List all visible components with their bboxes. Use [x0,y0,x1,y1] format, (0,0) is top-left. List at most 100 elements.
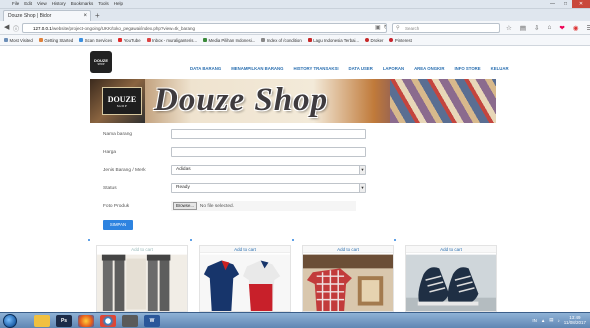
bookmark-item[interactable]: Lagu Indonesia Terbai... [307,38,359,43]
chrome-icon[interactable] [100,315,116,327]
nav-laporan[interactable]: LAPORAN [383,66,404,71]
hamburger-menu-icon[interactable]: ☰ [587,24,590,32]
library-icon[interactable]: ▤ [520,24,526,32]
bookmark-item[interactable]: Index of /condition [261,38,302,43]
language-icon[interactable]: IN [532,318,537,323]
clock[interactable]: 13:49 11/08/2017 [564,315,586,325]
bookmark-item[interactable]: Getting Started [38,38,73,43]
volume-icon[interactable]: ♪ [558,318,560,323]
download-icon[interactable]: ⇩ [534,24,539,32]
nav-area-ongkir[interactable]: AREA ONGKIR [414,66,444,71]
file-explorer-icon[interactable] [34,315,50,327]
bookmark-icon [365,38,370,42]
nav-keluar[interactable]: KELUAR [491,66,509,71]
navigation-toolbar: ◀ ⓘ 127.0.0.1/website/project-ongoing/UK… [0,21,590,35]
field-label: Jenis Barang / Merk [103,167,146,173]
bookmark-item[interactable]: Droker [365,38,383,43]
reload-icon[interactable]: ↻ [384,25,386,31]
home-icon[interactable]: ⌂ [547,24,551,32]
menu-view[interactable]: View [37,1,47,6]
word-icon[interactable]: W [144,315,160,327]
new-tab-icon[interactable]: + [95,11,100,20]
search-box[interactable]: ⚲ Search [392,23,500,33]
reader-view-icon[interactable]: ▣ [375,25,384,31]
product-card: Add to cart [199,245,291,312]
bookmark-item[interactable]: Scan Services [79,38,112,43]
form-row-harga: Harga [103,147,171,157]
separator-dot [292,239,294,241]
banner-logo: DOUZE SHOP [102,87,142,115]
add-to-cart-link[interactable]: Add to cart [406,246,496,253]
tab-title: Douze Shop | Bidor [8,13,52,19]
network-icon[interactable]: ▤ [549,317,553,323]
menu-edit[interactable]: Edit [24,1,32,6]
bookmark-item[interactable]: Most Visited [4,38,33,43]
photoshop-icon[interactable]: Ps [56,315,72,327]
arrow-up-icon[interactable]: ▲ [541,318,545,323]
status-select[interactable]: Ready ▼ [171,183,366,193]
chevron-down-icon[interactable]: ▼ [359,184,365,192]
bookmark-item[interactable]: Inbox - muraliganteris... [146,38,197,43]
form-row-foto-produk: Foto Produk [103,201,171,211]
start-button[interactable] [3,314,17,328]
harga-input[interactable] [171,147,366,157]
menu-bookmarks[interactable]: Bookmarks [71,1,94,6]
tab-douze-shop[interactable]: Douze Shop | Bidor × [3,10,91,21]
bookmark-item[interactable]: YouTube [118,38,141,43]
tab-bar: Douze Shop | Bidor × + [0,9,590,21]
bookmark-item[interactable]: Media Pilihan Indonesi... [203,38,255,43]
product-image[interactable] [406,254,496,312]
search-icon: ⚲ [396,25,400,31]
nama-barang-input[interactable] [171,129,366,139]
simpan-button[interactable]: SIMPAN [103,220,133,230]
nav-info-store[interactable]: INFO STORE [454,66,480,71]
bookmark-icon [4,38,8,42]
menu-tools[interactable]: Tools [98,1,109,6]
close-tab-icon[interactable]: × [83,13,90,19]
form-row-nama-barang: Nama barang [103,129,171,139]
add-to-cart-link[interactable]: Add to cart [200,246,290,253]
menu-history[interactable]: History [52,1,66,6]
back-icon[interactable]: ◀ [4,23,9,31]
field-label: Foto Produk [103,203,130,209]
separator-dot [394,239,396,241]
bookmark-star-icon[interactable]: ☆ [506,24,512,32]
product-image[interactable] [97,254,187,312]
browse-button[interactable]: Browse... [173,202,197,210]
maximize-icon[interactable]: □ [559,0,572,8]
mail-icon [146,38,151,42]
site-logo[interactable]: DOUZE SHOP [90,51,112,73]
bookmark-item[interactable]: Pinterest [389,38,412,43]
nav-data-user[interactable]: DATA USER [349,66,373,71]
menu-help[interactable]: Help [114,1,123,6]
hero-banner: DOUZE SHOP Douze Shop [90,79,496,123]
product-image[interactable] [200,254,290,312]
nav-menampilkan-barang[interactable]: MENAMPILKAN BARANG [231,66,283,71]
file-status: No file selected. [199,203,235,209]
nav-data-barang[interactable]: DATA BARANG [190,66,221,71]
url-bar[interactable]: 127.0.0.1/website/project-ongoing/UKK/to… [22,23,387,33]
add-to-cart-link[interactable]: Add to cart [97,246,187,253]
info-icon[interactable]: ⓘ [13,24,19,33]
youtube-icon [118,38,123,42]
add-to-cart-link[interactable]: Add to cart [303,246,393,253]
toolbar-icons: ☆ ▤ ⇩ ⌂ ❤ ◉ ☰ [506,24,590,32]
nav-history-transaksi[interactable]: HISTORY TRANSAKSI [293,66,338,71]
close-window-icon[interactable]: ✕ [572,0,590,8]
app-icon[interactable] [122,315,138,327]
bookmark-icon [79,38,84,42]
menu-file[interactable]: File [12,1,19,6]
jenis-barang-select[interactable]: Adidas ▼ [171,165,366,175]
globe-icon [261,38,266,42]
menu-bar: File Edit View History Bookmarks Tools H… [12,1,123,6]
bookmarks-bar: Most Visited Getting Started Scan Servic… [0,35,590,46]
product-image[interactable] [303,254,393,312]
pocket-icon[interactable]: ❤ [559,24,564,32]
product-card: Add to cart [302,245,394,312]
chevron-down-icon[interactable]: ▼ [359,166,365,174]
extension-icon[interactable]: ◉ [573,24,579,32]
firefox-icon[interactable] [78,315,94,327]
field-label: Status [103,185,117,191]
url-path: /website/project-ongoing/UKK/toko_pegawa… [51,26,195,31]
minimize-icon[interactable]: — [546,0,559,8]
